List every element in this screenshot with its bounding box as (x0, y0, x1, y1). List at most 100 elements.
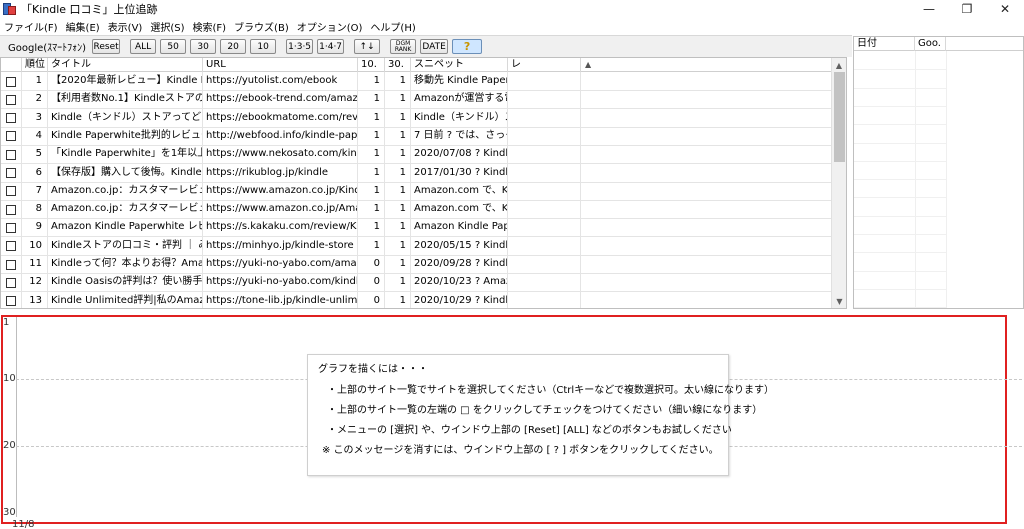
menu-view[interactable]: 表示(V) (104, 19, 147, 34)
row-checkbox[interactable] (1, 126, 22, 146)
table-row[interactable]: 3Kindle（キンドル）ストアってどうよ？評判https://ebookmat… (1, 108, 833, 128)
checkbox[interactable] (6, 222, 16, 233)
menu-browse[interactable]: ブラウズ(B) (230, 19, 293, 34)
help-toggle-button[interactable]: ? (452, 39, 483, 54)
restore-button[interactable]: ❐ (948, 0, 986, 18)
rank-label: RANK (394, 45, 412, 53)
cell-top30: 1 (385, 90, 411, 110)
table-row[interactable]: 8Amazon.co.jp：カスタマーレビュー: Khttps://www.am… (1, 200, 833, 220)
checkbox[interactable] (6, 131, 16, 142)
all-button[interactable]: ALL (130, 39, 157, 54)
table-row[interactable]: 4Kindle Paperwhite批判的レビュー！最http://webfoo… (1, 126, 833, 146)
cell-top10: 1 (358, 145, 385, 165)
row-checkbox[interactable] (1, 291, 22, 308)
menu-help[interactable]: ヘルプ(H) (366, 19, 419, 34)
header-date[interactable]: 日付 (854, 37, 915, 51)
cell-rank: 4 (22, 126, 48, 146)
cell-url: https://www.amazon.co.jp/Kindle (203, 181, 358, 201)
row-checkbox[interactable] (1, 108, 22, 128)
cell-empty (581, 218, 833, 237)
scroll-thumb[interactable] (834, 72, 845, 162)
dgm-rank-button[interactable]: DGM RANK (390, 39, 417, 54)
rank147-button[interactable]: 1·4·7 (317, 39, 345, 54)
cell-title: Amazon Kindle Paperwhite レビュー (48, 218, 203, 238)
scroll-down-icon[interactable]: ▼ (832, 294, 846, 308)
cell-rank: 13 (22, 291, 48, 308)
menu-file[interactable]: ファイル(F) (0, 19, 62, 34)
top50-button[interactable]: 50 (160, 39, 187, 54)
cell-rank: 8 (22, 200, 48, 220)
row-checkbox[interactable] (1, 90, 22, 110)
checkbox[interactable] (6, 204, 16, 215)
checkbox[interactable] (6, 241, 16, 252)
menu-options[interactable]: オプション(O) (293, 19, 367, 34)
checkbox[interactable] (6, 168, 16, 178)
cell-url: https://yuki-no-yabo.com/kindle (203, 273, 358, 293)
minimize-button[interactable]: — (910, 0, 948, 18)
row-checkbox[interactable] (1, 72, 22, 91)
top30-button[interactable]: 30 (190, 39, 217, 54)
table-row[interactable]: 10Kindleストアの口コミ・評判 ｜ みん評https://minhyo.j… (1, 236, 833, 256)
row-checkbox[interactable] (1, 218, 22, 238)
header-goo[interactable]: Goo. (915, 37, 946, 51)
row-checkbox[interactable] (1, 181, 22, 201)
top10-button[interactable]: 10 (250, 39, 277, 54)
cell-empty (581, 164, 833, 183)
checkbox[interactable] (6, 259, 16, 270)
cell-re (508, 145, 581, 165)
header-top10[interactable]: 10. (358, 58, 385, 72)
window-controls: — ❐ ✕ (910, 0, 1024, 18)
menu-search[interactable]: 検索(F) (189, 19, 231, 34)
header-re[interactable]: レ (508, 58, 581, 72)
table-row[interactable]: 2【利用者数No.1】Kindleストアの評判https://ebook-tre… (1, 90, 833, 110)
table-row[interactable]: 12Kindle Oasisの評判は？使い勝手とメhttps://yuki-no… (1, 273, 833, 293)
cell-title: Kindleって何？本よりお得？Amazon (48, 255, 203, 274)
cell-url: https://yutolist.com/ebook (203, 72, 358, 91)
header-top30[interactable]: 30. (385, 58, 411, 72)
message-line: ・上部のサイト一覧の左端の □ をクリックしてチェックをつけてください（細い線に… (327, 405, 763, 416)
top20-button[interactable]: 20 (220, 39, 247, 54)
cell-url: https://yuki-no-yabo.com/amazon (203, 255, 358, 274)
scroll-up-icon[interactable]: ▲ (832, 58, 846, 72)
table-row[interactable]: 11Kindleって何？本よりお得？Amazonhttps://yuki-no-… (1, 255, 833, 274)
header-url[interactable]: URL (203, 58, 358, 72)
checkbox[interactable] (6, 76, 16, 87)
table-row[interactable]: 5「Kindle Paperwhite」を1年以上使っhttps://www.n… (1, 145, 833, 165)
rank135-button[interactable]: 1·3·5 (286, 39, 314, 54)
checkbox[interactable] (6, 277, 16, 288)
table-row[interactable]: 9Amazon Kindle Paperwhite レビューhttps://s.… (1, 218, 833, 238)
menu-edit[interactable]: 編集(E) (62, 19, 104, 34)
history-header: 日付 Goo. (854, 37, 1023, 51)
row-checkbox[interactable] (1, 255, 22, 274)
cell-snippet: Kindle（キンドル）ストア (411, 108, 508, 128)
cell-title: Kindleストアの口コミ・評判 ｜ みん評 (48, 236, 203, 256)
cell-empty (581, 109, 833, 128)
menu-select[interactable]: 選択(S) (146, 19, 188, 34)
close-button[interactable]: ✕ (986, 0, 1024, 18)
header-title[interactable]: タイトル (48, 58, 203, 72)
cell-re (508, 218, 581, 238)
row-checkbox[interactable] (1, 163, 22, 183)
checkbox[interactable] (6, 186, 16, 197)
table-row[interactable]: 7Amazon.co.jp：カスタマーレビュー: Khttps://www.am… (1, 181, 833, 201)
reset-button[interactable]: Reset (92, 39, 121, 54)
sort-button[interactable]: ↑↓ (354, 39, 381, 54)
table-row[interactable]: 6【保存版】購入して後悔。Kindle Paperhttps://rikublo… (1, 163, 833, 183)
cell-re (508, 108, 581, 128)
table-row[interactable]: 1【2020年最新レビュー】Kindle Paperwhitehttps://y… (1, 72, 833, 91)
checkbox[interactable] (6, 113, 16, 124)
row-checkbox[interactable] (1, 200, 22, 220)
checkbox[interactable] (6, 94, 16, 105)
date-button[interactable]: DATE (420, 39, 449, 54)
header-snippet[interactable]: スニペット (411, 58, 508, 72)
table-row[interactable]: 13 Kindle Unlimited評判|私のAmazon https://ton… (1, 291, 833, 308)
row-checkbox[interactable] (1, 145, 22, 165)
cell-url: http://webfood.info/kindle-paper (203, 126, 358, 146)
checkbox[interactable] (6, 296, 16, 307)
cell-rank: 5 (22, 145, 48, 165)
row-checkbox[interactable] (1, 273, 22, 293)
checkbox[interactable] (6, 149, 16, 160)
row-checkbox[interactable] (1, 236, 22, 256)
header-rank[interactable]: 順位 (22, 58, 48, 72)
grid-scrollbar[interactable]: ▲ ▼ (831, 58, 846, 308)
